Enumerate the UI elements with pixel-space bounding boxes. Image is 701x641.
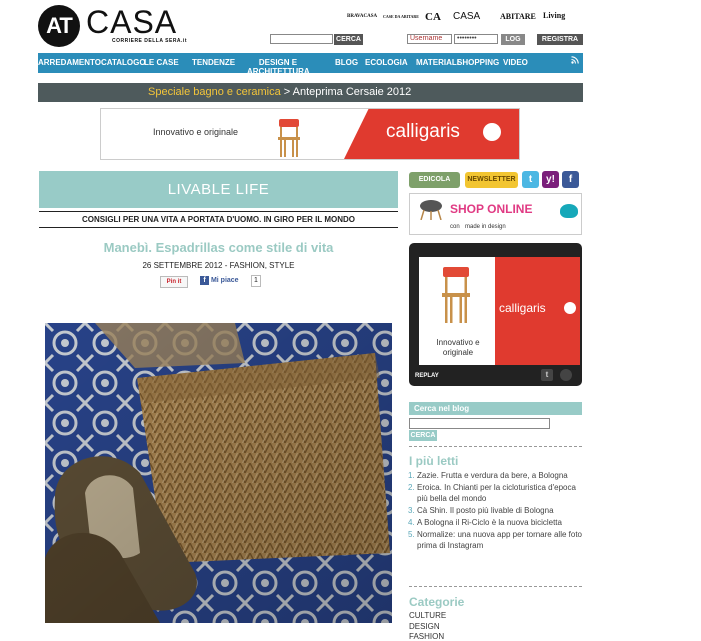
username-field[interactable]: Username [407, 34, 452, 44]
brand-link-ca[interactable]: CA [425, 11, 441, 23]
nav-item-design[interactable]: DESIGN E ARCHITETTURA [247, 58, 310, 73]
post-meta: 26 SETTEMBRE 2012 - FASHION, STYLE [142, 261, 295, 270]
search-blog-heading: Cerca nel blog [409, 402, 582, 415]
facebook-icon: f [200, 275, 209, 285]
shop-title: SHOP ONLINE [450, 202, 533, 216]
chair-image [439, 265, 473, 330]
shop-with: con [450, 224, 460, 230]
facebook-page-icon[interactable]: f [562, 171, 579, 188]
blog-name[interactable]: LIVABLE LIFE [39, 171, 398, 208]
nav-item-blog[interactable]: BLOG [335, 58, 358, 67]
rss-icon[interactable] [571, 56, 579, 66]
login-button[interactable]: LOG [501, 34, 525, 45]
nav-item-shopping[interactable]: SHOPPING [457, 58, 499, 67]
popular-item[interactable]: 4. A Bologna il Ri-Ciclo è la nuova bicic… [408, 517, 582, 528]
nav-item-ecologia[interactable]: ECOLOGIA [365, 58, 408, 67]
facebook-like-button[interactable]: f Mi piace [200, 275, 239, 287]
logo-at[interactable]: AT [38, 5, 80, 47]
newsletter-button[interactable]: NEWSLETTER [465, 172, 518, 188]
banner-tagline: Innovativo e originale [153, 127, 239, 137]
categories-title: Categorie [409, 595, 465, 609]
blog-search-input[interactable] [409, 418, 550, 429]
pin-it-button[interactable]: Pin it [160, 276, 188, 288]
pinterest-share-icon[interactable] [560, 369, 572, 381]
replay-button[interactable]: REPLAY [415, 373, 439, 379]
popular-item[interactable]: 5. Normalize: una nuova app per tornare a… [408, 529, 582, 551]
blog-search-button[interactable]: CERCA [409, 430, 437, 441]
vase-icon [560, 204, 578, 218]
video-ad[interactable]: Innovativo e originale calligaris REPLAY… [409, 243, 582, 386]
nav-item-video[interactable]: VIDEO [503, 58, 528, 67]
promo-highlight[interactable]: Speciale bagno e ceramica [148, 86, 281, 98]
site-search-button[interactable]: CERCA [334, 34, 363, 45]
video-brand: calligaris [499, 301, 546, 315]
logo-subtitle: CORRIERE DELLA SERA.it [112, 38, 187, 44]
shop-online-banner[interactable]: SHOP ONLINE con made in design [409, 193, 582, 235]
password-field[interactable]: •••••••• [454, 34, 498, 44]
like-label: Mi piace [210, 277, 239, 284]
category-link-culture[interactable]: CULTURE [409, 611, 446, 620]
twitter-icon[interactable]: t [522, 171, 539, 188]
popular-item[interactable]: 2. Eroica. In Chianti per la cicloturisti… [408, 482, 582, 504]
promo-bar[interactable]: Speciale bagno e ceramica > Anteprima Ce… [38, 83, 583, 102]
yahoo-icon[interactable]: y! [542, 171, 559, 188]
calligaris-banner[interactable]: Innovativo e originale calligaris [100, 108, 520, 160]
nav-item-materiali[interactable]: MATERIALI [416, 58, 459, 67]
popular-item[interactable]: 3. Cà Shin. Il posto più livable di Bolog… [408, 505, 582, 516]
chair-image [274, 117, 304, 159]
nav-item-catalogo[interactable]: CATALOGO [101, 58, 146, 67]
register-button[interactable]: REGISTRA [537, 34, 583, 45]
video-tagline: Innovativo e originale [436, 338, 480, 357]
banner-brand: calligaris [386, 121, 460, 142]
post-title[interactable]: Manebì. Espadrillas come stile di vita [39, 240, 398, 255]
calligaris-mark-icon [564, 302, 576, 314]
shop-partner: made in design [465, 224, 506, 230]
brand-link-living[interactable]: Living [543, 11, 565, 20]
popular-item[interactable]: 1. Zazie. Frutta e verdura da bere, a Bol… [408, 470, 582, 481]
like-count: 1 [251, 275, 261, 287]
brand-link-case-da-abitare[interactable]: CASE DA ABITARE [383, 14, 419, 19]
edicola-button[interactable]: EDICOLA [409, 172, 460, 188]
nav-item-tendenze[interactable]: TENDENZE [192, 58, 235, 67]
twitter-share-icon[interactable]: t [541, 369, 553, 381]
popular-list: 1. Zazie. Frutta e verdura da bere, a Bol… [408, 470, 582, 552]
nav-item-le-case[interactable]: LE CASE [144, 58, 179, 67]
brand-link-casa[interactable]: CASA [453, 11, 480, 22]
nav-item-arredamento[interactable]: ARREDAMENTO [38, 58, 101, 67]
popular-title: I più letti [409, 454, 459, 468]
brand-link-abitare[interactable]: ABITARE [500, 12, 536, 21]
category-link-design[interactable]: DESIGN [409, 622, 440, 631]
brand-link-bravacasa[interactable]: BRAVACASA [347, 14, 377, 19]
calligaris-mark-icon [483, 123, 501, 141]
blog-tagline: CONSIGLI PER UNA VITA A PORTATA D'UOMO. … [39, 211, 398, 228]
post-photo[interactable] [45, 323, 392, 623]
logo-casa[interactable]: CASA [86, 4, 177, 41]
chair-image [416, 198, 446, 225]
promo-link[interactable]: Anteprima Cersaie 2012 [293, 86, 412, 98]
promo-separator: > [283, 86, 291, 98]
main-nav: ARREDAMENTO CATALOGO LE CASE TENDENZE DE… [38, 53, 583, 73]
site-search-input[interactable] [270, 34, 333, 44]
